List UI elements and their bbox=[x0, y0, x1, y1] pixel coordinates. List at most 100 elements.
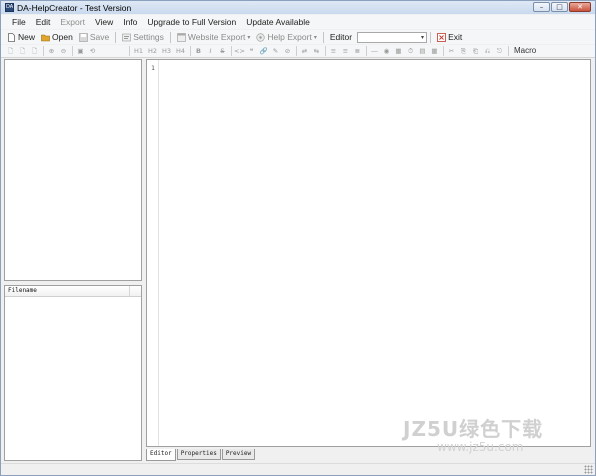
toolbar-separator bbox=[430, 31, 432, 43]
heading3-button[interactable]: H3 bbox=[160, 46, 173, 56]
copy-icon[interactable]: ⎘ bbox=[458, 46, 469, 56]
heading4-button[interactable]: H4 bbox=[174, 46, 187, 56]
pencil-icon[interactable]: ✎ bbox=[270, 46, 281, 56]
save-label: Save bbox=[89, 32, 110, 42]
menu-bar: File Edit Export View Info Upgrade to Fu… bbox=[1, 15, 595, 29]
website-export-button[interactable]: Website Export ▾ bbox=[174, 32, 254, 42]
unlink-icon[interactable]: ⊘ bbox=[282, 46, 293, 56]
window-controls: – □ ✕ bbox=[532, 2, 591, 12]
page-icon[interactable]: ▣ bbox=[75, 46, 86, 56]
toolbar-separator bbox=[72, 46, 73, 56]
toolbar-separator bbox=[231, 46, 232, 56]
menu-file[interactable]: File bbox=[7, 17, 31, 27]
new-page-icon[interactable]: 🗋 bbox=[5, 46, 16, 56]
open-folder-icon bbox=[41, 33, 50, 42]
exit-button[interactable]: Exit bbox=[434, 32, 465, 42]
exit-label: Exit bbox=[448, 32, 463, 42]
tab-properties[interactable]: Properties bbox=[176, 449, 221, 460]
macro-button[interactable]: Macro bbox=[511, 46, 539, 56]
table-icon[interactable]: ▤ bbox=[417, 46, 428, 56]
heading1-button[interactable]: H1 bbox=[132, 46, 145, 56]
help-export-icon bbox=[256, 32, 266, 42]
page-tree-panel[interactable] bbox=[4, 59, 142, 281]
new-button[interactable]: New bbox=[4, 32, 38, 42]
toolbar-separator bbox=[169, 31, 171, 43]
resize-grip-icon[interactable] bbox=[584, 465, 593, 474]
settings-button[interactable]: Settings bbox=[119, 32, 167, 42]
editor-select[interactable]: ▾ bbox=[357, 31, 428, 43]
anchor-icon[interactable]: ◉ bbox=[381, 46, 392, 56]
watermark-url: www.jz5u.com bbox=[437, 440, 524, 454]
settings-icon bbox=[122, 33, 131, 42]
toolbar-separator bbox=[366, 46, 367, 56]
main-toolbar: New Open Save Settings Website Export ▾ … bbox=[1, 30, 595, 44]
outdent-icon[interactable]: ⇆ bbox=[311, 46, 322, 56]
paste-icon[interactable]: ⎗ bbox=[470, 46, 481, 56]
minimize-button[interactable]: – bbox=[533, 2, 550, 12]
website-export-label: Website Export bbox=[187, 32, 246, 42]
file-list-panel[interactable]: Filename bbox=[4, 285, 142, 461]
toolbar-separator bbox=[296, 46, 297, 56]
menu-view[interactable]: View bbox=[90, 17, 118, 27]
align-left-icon[interactable]: ≡ bbox=[328, 46, 339, 56]
align-center-icon[interactable]: ≡ bbox=[340, 46, 351, 56]
close-button[interactable]: ✕ bbox=[569, 2, 591, 12]
tab-editor[interactable]: Editor bbox=[146, 449, 176, 461]
menu-edit[interactable]: Edit bbox=[31, 17, 56, 27]
clock-icon[interactable]: ⏱ bbox=[405, 46, 416, 56]
move-down-icon[interactable]: ⊖ bbox=[58, 46, 69, 56]
app-window: DA DA-HelpCreator - Test Version – □ ✕ F… bbox=[0, 0, 596, 476]
menu-export[interactable]: Export bbox=[55, 17, 90, 27]
menu-info[interactable]: Info bbox=[118, 17, 142, 27]
toolbar-separator bbox=[190, 46, 191, 56]
editor-tabs: Editor Properties Preview bbox=[146, 449, 256, 461]
website-export-icon bbox=[177, 32, 186, 42]
menu-upgrade[interactable]: Upgrade to Full Version bbox=[142, 17, 241, 27]
indent-icon[interactable]: ⇄ bbox=[299, 46, 310, 56]
toolbar-separator bbox=[508, 46, 509, 56]
move-up-icon[interactable]: ⊕ bbox=[46, 46, 57, 56]
new-subpage-icon[interactable]: 🗋 bbox=[17, 46, 28, 56]
settings-label: Settings bbox=[133, 32, 164, 42]
copy-page-icon[interactable]: 🗋 bbox=[29, 46, 40, 56]
italic-button[interactable]: I bbox=[205, 46, 216, 56]
menu-update-available[interactable]: Update Available bbox=[241, 17, 315, 27]
file-list-header: Filename bbox=[5, 286, 141, 297]
open-button[interactable]: Open bbox=[38, 32, 76, 42]
refresh-icon[interactable]: ⟲ bbox=[87, 46, 98, 56]
toolbar-separator bbox=[443, 46, 444, 56]
line-number: 1 bbox=[151, 64, 155, 72]
open-label: Open bbox=[52, 32, 73, 42]
chevron-down-icon: ▾ bbox=[247, 33, 251, 41]
title-bar[interactable]: DA DA-HelpCreator - Test Version – □ ✕ bbox=[1, 1, 595, 14]
quote-icon[interactable]: ❝ bbox=[246, 46, 257, 56]
help-export-button[interactable]: Help Export ▾ bbox=[253, 32, 319, 42]
watermark: JZ5U绿色下载 www.jz5u.com bbox=[403, 413, 583, 454]
status-bar bbox=[1, 463, 595, 475]
chevron-down-icon: ▾ bbox=[313, 33, 317, 41]
maximize-button[interactable]: □ bbox=[551, 2, 568, 12]
redo-icon[interactable]: ⎋ bbox=[494, 46, 505, 56]
toolbar-separator bbox=[322, 31, 324, 43]
app-logo-icon: DA bbox=[5, 3, 14, 12]
toolbar-separator bbox=[115, 31, 117, 43]
align-justify-icon[interactable]: ≣ bbox=[352, 46, 363, 56]
link-icon[interactable]: 🔗 bbox=[258, 46, 269, 56]
save-icon bbox=[79, 32, 88, 42]
save-button[interactable]: Save bbox=[76, 32, 112, 42]
tab-preview[interactable]: Preview bbox=[221, 449, 256, 460]
watermark-logo-text: JZ5U绿色下载 bbox=[403, 417, 544, 441]
undo-icon[interactable]: ⎌ bbox=[482, 46, 493, 56]
heading2-button[interactable]: H2 bbox=[146, 46, 159, 56]
image-icon[interactable]: ▦ bbox=[393, 46, 404, 56]
strikethrough-button[interactable]: S bbox=[217, 46, 228, 56]
code-icon[interactable]: <> bbox=[234, 46, 245, 56]
horizontal-rule-icon[interactable]: ― bbox=[369, 46, 380, 56]
editor-area[interactable]: 1 bbox=[146, 59, 591, 447]
bold-button[interactable]: B bbox=[193, 46, 204, 56]
window-title: DA-HelpCreator - Test Version bbox=[17, 2, 132, 13]
column-header-filename[interactable]: Filename bbox=[5, 286, 130, 296]
cut-icon[interactable]: ✂ bbox=[446, 46, 457, 56]
grid-icon[interactable]: ▦ bbox=[429, 46, 440, 56]
help-export-label: Help Export bbox=[267, 32, 312, 42]
